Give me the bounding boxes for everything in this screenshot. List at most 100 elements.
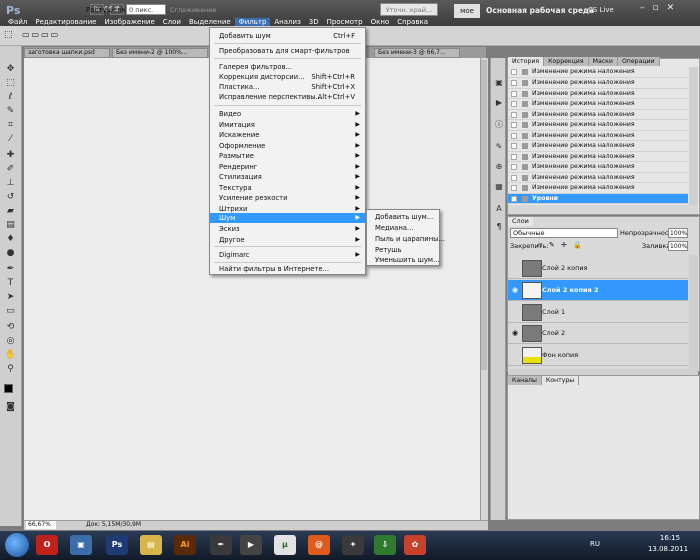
eye-icon[interactable]: ◉ [511, 329, 519, 337]
menu-item-distort[interactable]: Искажение ▶ [210, 130, 365, 140]
layer-row[interactable]: ◉ Слой 2 [508, 323, 688, 344]
marquee-tool-icon[interactable]: ⬚ [4, 78, 17, 89]
3d-rotate-icon[interactable]: ⟲ [4, 322, 17, 333]
visibility-icon[interactable] [511, 351, 519, 359]
eraser-icon[interactable]: ▰ [4, 206, 17, 217]
maximize-icon[interactable]: ▫ [653, 3, 659, 13]
pen-tool-icon[interactable]: ✒ [4, 264, 17, 275]
menu-3d[interactable]: 3D [305, 18, 323, 26]
menu-item-lens-correction[interactable]: Коррекция дисторсии... Shift+Ctrl+R [210, 72, 365, 82]
brushes-icon[interactable]: ✎ [494, 142, 504, 152]
history-item[interactable]: Изменение режима наложения [508, 162, 688, 173]
tab-history[interactable]: История [508, 57, 545, 66]
pen-app-icon[interactable]: ✒ [210, 535, 232, 555]
workspace-chip[interactable]: мое [454, 4, 480, 18]
quick-select-icon[interactable]: ✎ [4, 106, 17, 117]
clone-source-icon[interactable]: ⊕ [494, 162, 504, 172]
fill-input[interactable]: 100% [668, 241, 688, 251]
illustrator-icon[interactable]: Ai [174, 535, 196, 555]
layer-row[interactable]: Слой 2 копия [508, 258, 688, 279]
close-icon[interactable]: ✕ [667, 3, 675, 13]
menu-item-video[interactable]: Видео ▶ [210, 109, 365, 119]
move-tool-icon[interactable]: ✥ [4, 64, 17, 75]
menu-item-liquify[interactable]: Пластика... Shift+Ctrl+X [210, 82, 365, 92]
blur-tool-icon[interactable]: ♦ [4, 234, 17, 245]
history-scrollbar[interactable] [689, 67, 698, 205]
menu-help[interactable]: Справка [393, 18, 432, 26]
gradient-icon[interactable]: ▤ [4, 220, 17, 231]
submenu-reduce-noise[interactable]: Уменьшить шум... [367, 255, 440, 265]
menu-analysis[interactable]: Анализ [270, 18, 304, 26]
submenu-median[interactable]: Медиана... [367, 223, 439, 233]
anti-alias-checkbox[interactable]: Сглаживание [170, 6, 216, 14]
character-icon[interactable]: A [494, 204, 504, 214]
menu-item-pixelate[interactable]: Оформление ▶ [210, 141, 365, 151]
history-item[interactable]: Изменение режима наложения [508, 99, 688, 110]
tab-masks[interactable]: Маски [588, 57, 618, 66]
menu-item-sketch[interactable]: Эскиз ▶ [210, 224, 365, 234]
menu-filter[interactable]: Фильтр [234, 18, 271, 26]
history-item-selected[interactable]: Уровни [508, 193, 688, 204]
minimize-icon[interactable]: – [640, 3, 645, 13]
visibility-icon[interactable] [511, 264, 519, 272]
feather-input[interactable]: 0 пикс. [126, 4, 166, 15]
history-item[interactable]: Изменение режима наложения [508, 78, 688, 89]
menu-select[interactable]: Выделение [185, 18, 235, 26]
canvas-scroll-thumb[interactable] [481, 60, 487, 370]
tab-layers[interactable]: Слои [508, 217, 533, 226]
photoshop-taskbar-icon[interactable]: Ps [106, 535, 128, 555]
workspace-label[interactable]: Основная рабочая среда [486, 6, 594, 15]
refine-edge-button[interactable]: Уточн. край... [380, 3, 438, 16]
doc-tab-4[interactable]: Без имени-3 @ 66,7... [374, 48, 460, 58]
history-item[interactable]: Изменение режима наложения [508, 173, 688, 183]
menu-item-blur[interactable]: Размытие ▶ [210, 151, 365, 161]
opera-icon[interactable]: O [36, 535, 58, 555]
menu-item-texture[interactable]: Текстура ▶ [210, 183, 365, 193]
paint-icon[interactable]: ✿ [404, 535, 426, 555]
actions-icon[interactable]: ▶ [494, 98, 504, 108]
start-button[interactable] [5, 533, 29, 557]
history-icon[interactable]: ▣ [494, 78, 504, 88]
tool-presets-icon[interactable]: ▦ [494, 182, 504, 192]
history-item[interactable]: Изменение режима наложения [508, 120, 688, 131]
clone-stamp-icon[interactable]: ⊥ [4, 178, 17, 189]
submenu-despeckle[interactable]: Ретушь [367, 245, 439, 255]
menu-file[interactable]: Файл [4, 18, 31, 26]
history-brush-icon[interactable]: ↺ [4, 192, 17, 203]
brush-tool-icon[interactable]: ✐ [4, 164, 17, 175]
language-indicator[interactable]: RU [590, 540, 600, 548]
history-item[interactable]: Изменение режима наложения [508, 131, 688, 141]
tab-actions[interactable]: Операции [617, 57, 660, 66]
menu-window[interactable]: Окно [367, 18, 394, 26]
submenu-dust-scratches[interactable]: Пыль и царапины... [367, 234, 445, 244]
history-item[interactable]: Изменение режима наложения [508, 110, 688, 120]
status-zoom[interactable]: 66,67% [26, 521, 56, 529]
clock-date[interactable]: 13.08.2011 [644, 545, 692, 553]
menu-item-other[interactable]: Другое ▶ [210, 235, 365, 245]
menu-item-render[interactable]: Рендеринг ▶ [210, 162, 365, 172]
visibility-icon[interactable] [511, 308, 519, 316]
clock-time[interactable]: 16:15 [652, 534, 688, 542]
zoom-tool-icon[interactable]: ⚲ [4, 364, 17, 375]
menu-item-filter-gallery[interactable]: Галерея фильтров... [210, 62, 365, 72]
menu-item-sharpen[interactable]: Усиление резкости ▶ [210, 193, 365, 203]
menu-item-browse-online[interactable]: Найти фильтры в Интернете... [210, 264, 365, 274]
folder-icon[interactable]: ▤ [140, 535, 162, 555]
foreground-color-swatch[interactable] [4, 384, 13, 393]
submenu-add-noise[interactable]: Добавить шум... [367, 212, 439, 222]
dodge-tool-icon[interactable]: ● [4, 248, 17, 259]
menu-item-brush-strokes[interactable]: Штрихи ▶ [210, 204, 365, 214]
menu-item-stylize[interactable]: Стилизация ▶ [210, 172, 365, 182]
menu-item-digimarc[interactable]: Digimarc ▶ [210, 250, 365, 260]
info-icon[interactable]: ⓘ [494, 120, 504, 130]
lock-icons[interactable]: ▫ ✎ ✛ 🔒 [538, 241, 584, 249]
type-tool-icon[interactable]: T [4, 278, 17, 289]
opacity-input[interactable]: 100% [668, 228, 688, 238]
download-icon[interactable]: ⇩ [374, 535, 396, 555]
tab-adjustments[interactable]: Коррекция [544, 57, 589, 66]
layer-row[interactable]: Фон копия [508, 345, 688, 366]
menu-item-vanishing-point[interactable]: Исправление перспективы... Alt+Ctrl+V [210, 92, 365, 102]
lasso-tool-icon[interactable]: ℓ [4, 92, 17, 103]
marquee-icon[interactable]: ⬚ [4, 30, 13, 40]
history-item[interactable]: Изменение режима наложения [508, 183, 688, 194]
